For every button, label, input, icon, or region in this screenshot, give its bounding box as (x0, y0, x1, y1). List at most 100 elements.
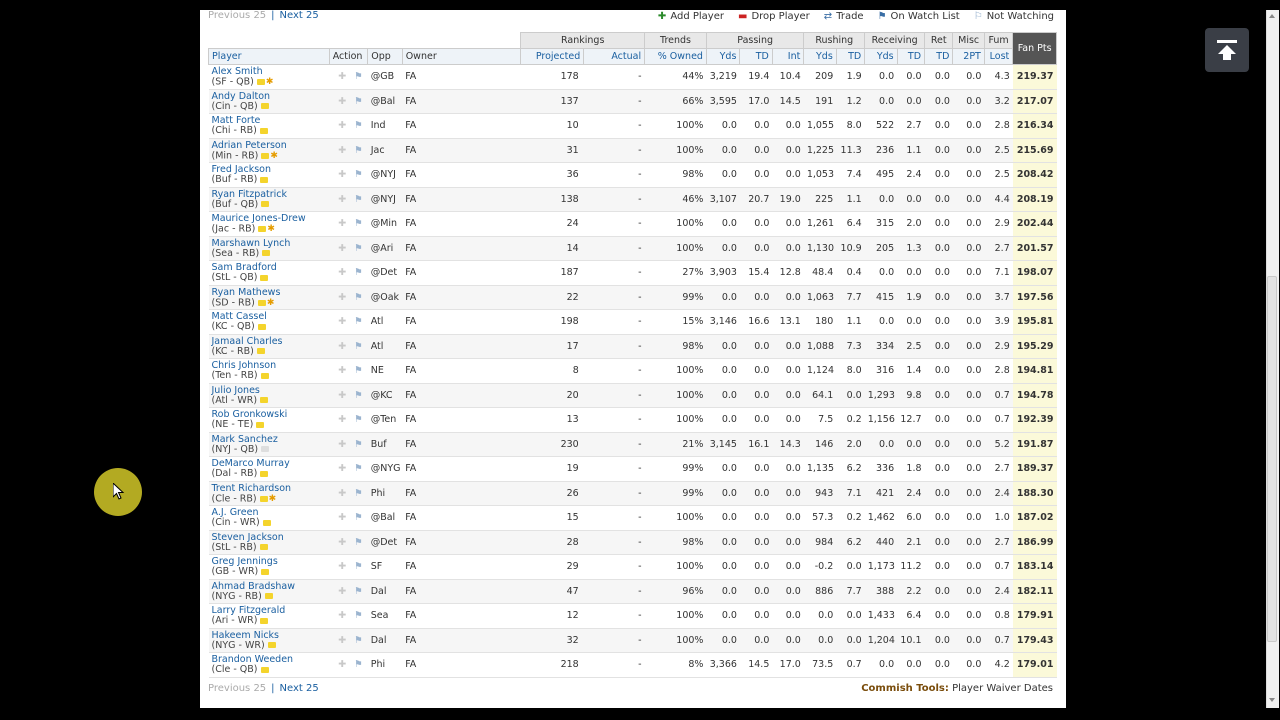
add-player-icon[interactable]: ✚ (338, 243, 346, 254)
next-page-link[interactable]: Next 25 (280, 683, 319, 694)
add-player-icon[interactable]: ✚ (338, 488, 346, 499)
watch-flag-icon[interactable]: ⚑ (354, 586, 363, 597)
player-name-link[interactable]: Alex Smith (212, 67, 327, 77)
add-player-icon[interactable]: ✚ (338, 96, 346, 107)
player-waiver-dates-link[interactable]: Player Waiver Dates (952, 683, 1053, 694)
watch-flag-icon[interactable]: ⚑ (354, 561, 363, 572)
add-player-icon[interactable]: ✚ (338, 267, 346, 278)
player-note-icon[interactable] (261, 446, 270, 453)
player-note-icon[interactable] (259, 127, 268, 134)
add-player-icon[interactable]: ✚ (338, 169, 346, 180)
watch-flag-icon[interactable]: ⚑ (354, 610, 363, 621)
col-rec-yds[interactable]: Yds (864, 48, 898, 65)
player-note-icon[interactable] (256, 421, 265, 428)
watch-flag-icon[interactable]: ⚑ (354, 71, 363, 82)
add-player-icon[interactable]: ✚ (338, 145, 346, 156)
watch-flag-icon[interactable]: ⚑ (354, 218, 363, 229)
player-note-icon[interactable] (261, 152, 270, 159)
watch-flag-icon[interactable]: ⚑ (354, 365, 363, 376)
scroll-up-arrow-icon[interactable] (1266, 10, 1278, 22)
add-player-icon[interactable]: ✚ (338, 561, 346, 572)
player-name-link[interactable]: Maurice Jones-Drew (212, 214, 327, 224)
player-name-link[interactable]: Ryan Mathews (212, 287, 327, 298)
player-note-icon[interactable] (260, 617, 269, 624)
watch-flag-icon[interactable]: ⚑ (354, 659, 363, 670)
add-player-icon[interactable]: ✚ (338, 512, 346, 523)
player-note-icon[interactable] (261, 201, 270, 208)
add-player-icon[interactable]: ✚ (338, 586, 346, 597)
player-name-link[interactable]: Trent Richardson (212, 483, 327, 494)
player-note-icon[interactable] (256, 348, 265, 355)
col-pass-int[interactable]: Int (771, 48, 805, 65)
watch-flag-icon[interactable]: ⚑ (354, 145, 363, 156)
player-note-icon[interactable] (257, 323, 266, 330)
scroll-down-arrow-icon[interactable] (1266, 694, 1278, 706)
watch-flag-icon[interactable]: ⚑ (354, 96, 363, 107)
add-player-icon[interactable]: ✚ (338, 610, 346, 621)
watch-flag-icon[interactable]: ⚑ (354, 169, 363, 180)
col-owned[interactable]: % Owned (644, 48, 707, 65)
player-note-icon[interactable] (256, 79, 265, 85)
player-name-link[interactable]: Adrian Peterson (212, 140, 327, 151)
add-player-icon[interactable]: ✚ (338, 292, 346, 303)
player-note-icon[interactable] (258, 226, 267, 232)
player-note-icon[interactable] (267, 642, 276, 649)
player-note-icon[interactable] (260, 103, 269, 110)
add-player-icon[interactable]: ✚ (338, 218, 346, 229)
col-actual[interactable]: Actual (583, 48, 646, 65)
previous-page-link[interactable]: Previous 25 (208, 10, 266, 21)
next-page-link[interactable]: Next 25 (280, 10, 319, 21)
add-player-icon[interactable]: ✚ (338, 120, 346, 131)
add-player-icon[interactable]: ✚ (338, 71, 346, 82)
add-player-icon[interactable]: ✚ (338, 439, 346, 450)
watch-flag-icon[interactable]: ⚑ (354, 390, 363, 401)
player-note-icon[interactable] (264, 593, 273, 600)
col-fum-lost[interactable]: Lost (983, 48, 1014, 65)
player-note-icon[interactable] (260, 372, 269, 379)
add-player-icon[interactable]: ✚ (338, 537, 346, 548)
scroll-to-top-button[interactable] (1205, 28, 1249, 72)
watch-flag-icon[interactable]: ⚑ (354, 439, 363, 450)
watch-flag-icon[interactable]: ⚑ (354, 243, 363, 254)
add-player-icon[interactable]: ✚ (338, 194, 346, 205)
watch-flag-icon[interactable]: ⚑ (354, 537, 363, 548)
watch-flag-icon[interactable]: ⚑ (354, 463, 363, 474)
player-note-icon[interactable] (259, 544, 268, 551)
add-player-icon[interactable]: ✚ (338, 463, 346, 474)
add-player-icon[interactable]: ✚ (338, 390, 346, 401)
col-rush-td[interactable]: TD (835, 48, 866, 65)
col-rush-yds[interactable]: Yds (803, 48, 837, 65)
player-note-icon[interactable] (260, 274, 269, 281)
add-player-icon[interactable]: ✚ (338, 341, 346, 352)
col-pass-td[interactable]: TD (739, 48, 773, 65)
player-note-icon[interactable] (259, 495, 268, 502)
player-note-icon[interactable] (260, 176, 269, 183)
add-player-icon[interactable]: ✚ (338, 414, 346, 425)
player-note-icon[interactable] (257, 299, 266, 306)
scrollbar-thumb[interactable] (1267, 276, 1277, 642)
previous-page-link[interactable]: Previous 25 (208, 683, 266, 694)
player-note-icon[interactable] (260, 666, 269, 673)
add-player-icon[interactable]: ✚ (338, 635, 346, 646)
col-fan-pts[interactable]: Fan Pts (1012, 32, 1057, 65)
player-note-icon[interactable] (260, 397, 269, 404)
watch-flag-icon[interactable]: ⚑ (354, 512, 363, 523)
col-rec-td[interactable]: TD (896, 48, 926, 65)
watch-flag-icon[interactable]: ⚑ (354, 194, 363, 205)
watch-flag-icon[interactable]: ⚑ (354, 341, 363, 352)
watch-flag-icon[interactable]: ⚑ (354, 120, 363, 131)
add-player-icon[interactable]: ✚ (338, 659, 346, 670)
watch-flag-icon[interactable]: ⚑ (354, 267, 363, 278)
watch-flag-icon[interactable]: ⚑ (354, 316, 363, 327)
col-ret-td[interactable]: TD (924, 48, 954, 65)
watch-flag-icon[interactable]: ⚑ (354, 635, 363, 646)
add-player-icon[interactable]: ✚ (338, 365, 346, 376)
watch-flag-icon[interactable]: ⚑ (354, 488, 363, 499)
player-note-icon[interactable] (262, 250, 271, 257)
player-note-icon[interactable] (260, 470, 269, 477)
watch-flag-icon[interactable]: ⚑ (354, 414, 363, 425)
watch-flag-icon[interactable]: ⚑ (354, 292, 363, 303)
player-note-icon[interactable] (261, 568, 270, 575)
col-pass-yds[interactable]: Yds (705, 48, 741, 65)
player-note-icon[interactable] (262, 519, 271, 526)
